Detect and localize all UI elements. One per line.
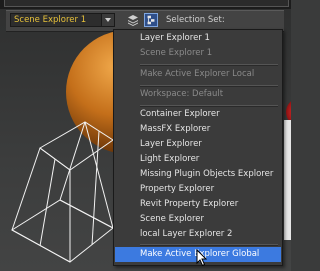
menu-item-container-explorer[interactable]: Container Explorer — [115, 107, 281, 122]
layers-icon[interactable] — [126, 13, 140, 27]
menu-separator — [140, 244, 278, 246]
menu-item-scene-explorer[interactable]: Scene Explorer — [115, 212, 281, 227]
menu-item-layer-explorer[interactable]: Layer Explorer — [115, 137, 281, 152]
menu-item-make-active-explorer-local: Make Active Explorer Local — [140, 69, 255, 79]
menu-item-scene-explorer-1: Scene Explorer 1 — [140, 48, 213, 58]
menu-item-light-explorer[interactable]: Light Explorer — [115, 152, 281, 167]
menu-separator — [140, 64, 278, 66]
menu-item-revit-property-explorer[interactable]: Revit Property Explorer — [115, 197, 281, 212]
menu-item-workspace-default: Workspace: Default — [140, 89, 224, 99]
menu-item-massfx-explorer[interactable]: MassFX Explorer — [115, 122, 281, 137]
selection-set-label: Selection Set: — [166, 15, 225, 25]
menu-item-missing-plugin-objects-explorer[interactable]: Missing Plugin Objects Explorer — [115, 167, 281, 182]
explorer-menu: Layer Explorer 1 Scene Explorer 1 Make A… — [113, 29, 283, 266]
mouse-cursor-icon — [196, 249, 208, 267]
white-pole — [284, 120, 291, 240]
scene-explorer-icon[interactable] — [144, 13, 158, 27]
menu-item-local-layer-explorer-2[interactable]: local Layer Explorer 2 — [115, 227, 281, 242]
menu-item-property-explorer[interactable]: Property Explorer — [115, 182, 281, 197]
chevron-down-icon[interactable] — [101, 14, 114, 26]
wireframe-box — [11, 121, 114, 263]
top-panel-frame — [0, 0, 291, 9]
explorer-dropdown[interactable]: Scene Explorer 1 — [10, 13, 115, 27]
explorer-dropdown-value: Scene Explorer 1 — [14, 15, 87, 25]
menu-item-layer-explorer-1[interactable]: Layer Explorer 1 — [115, 31, 281, 46]
